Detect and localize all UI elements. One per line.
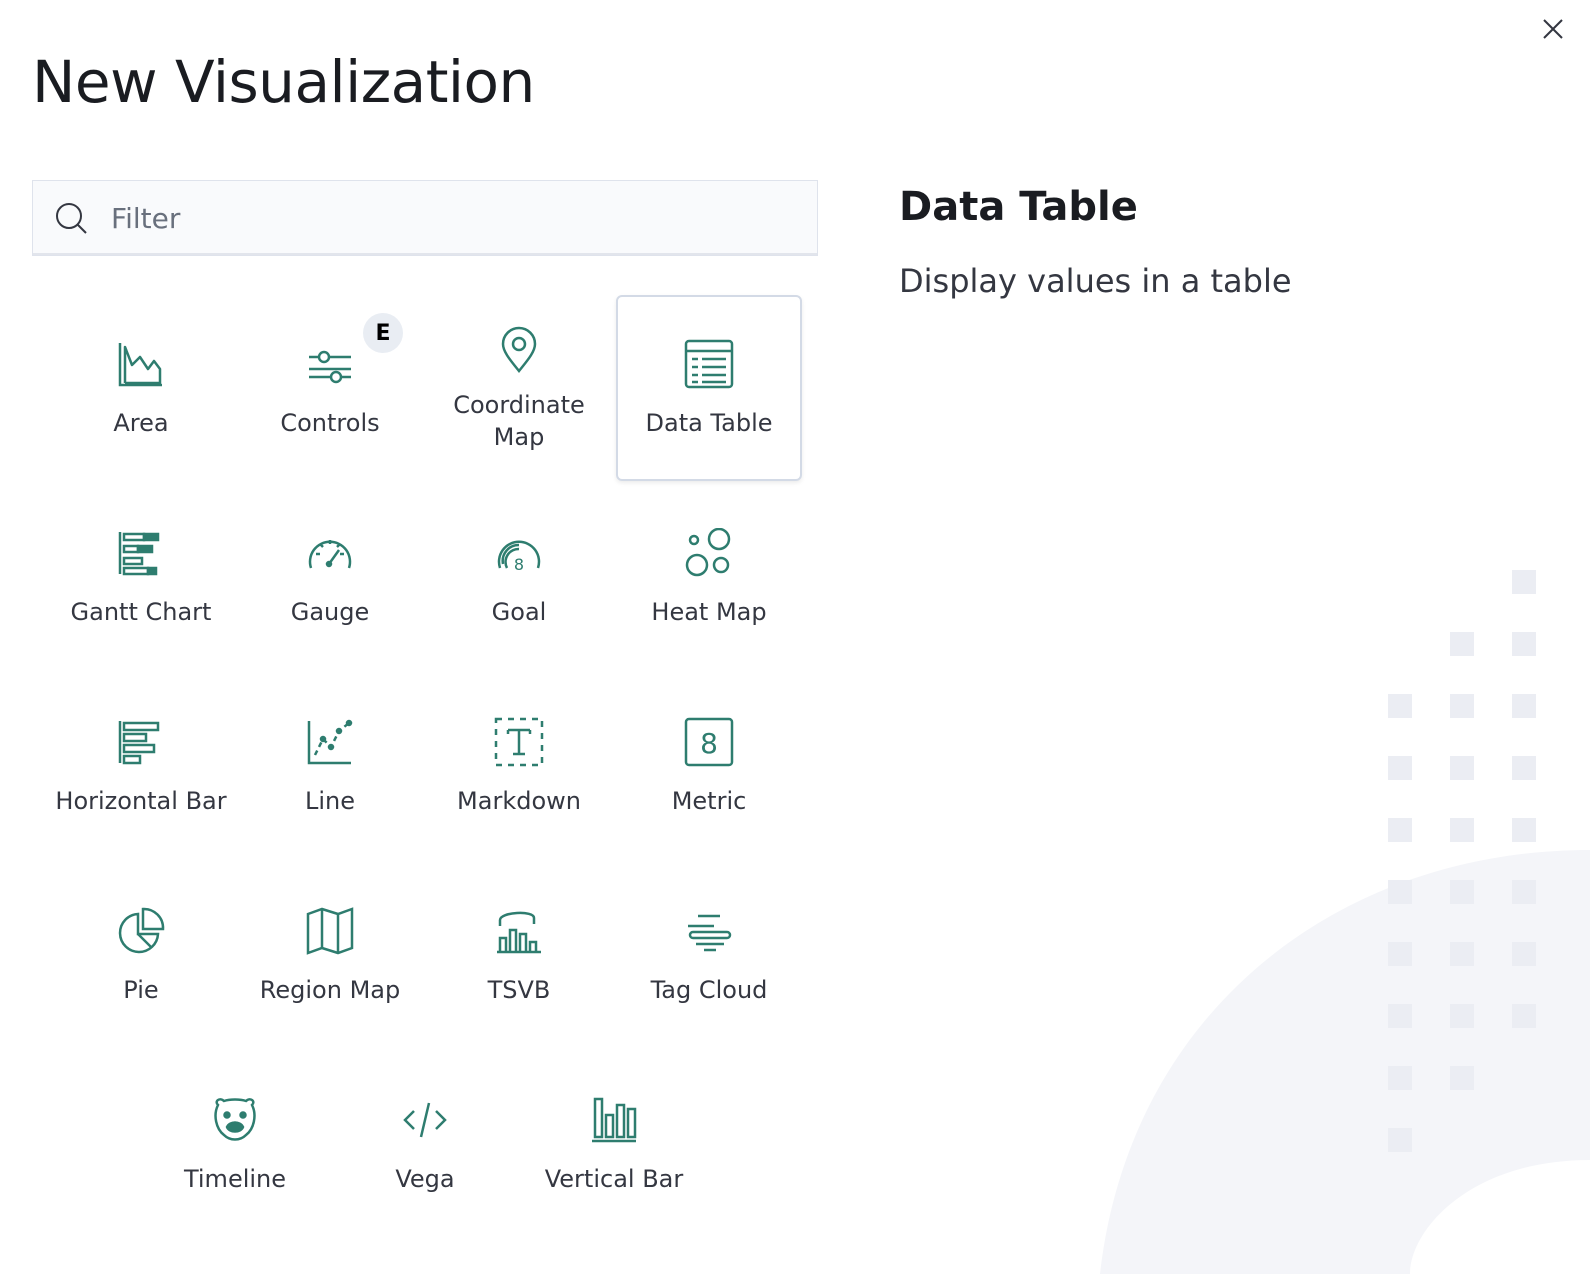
vis-label: Gauge xyxy=(290,598,370,626)
tsvb-icon xyxy=(492,904,546,958)
vis-label: Horizontal Bar xyxy=(55,787,227,815)
code-icon xyxy=(398,1093,452,1147)
vis-label: Vertical Bar xyxy=(544,1165,684,1193)
heatmap-icon xyxy=(682,526,736,580)
vis-item-region-map[interactable]: Region Map xyxy=(237,862,423,1048)
table-icon xyxy=(682,337,736,391)
modal-title: New Visualization xyxy=(32,48,535,116)
vis-label: Coordinate Map xyxy=(453,391,585,451)
gantt-chart-icon xyxy=(114,526,168,580)
description-text: Display values in a table xyxy=(899,262,1292,300)
close-button[interactable] xyxy=(1538,14,1568,44)
vis-label: Vega xyxy=(395,1165,455,1193)
vis-label: Region Map xyxy=(259,976,401,1004)
vis-item-horizontal-bar[interactable]: Horizontal Bar xyxy=(48,673,234,859)
vis-item-tag-cloud[interactable]: Tag Cloud xyxy=(616,862,802,1048)
filter-input[interactable] xyxy=(109,200,793,236)
vis-label: TSVB xyxy=(487,976,551,1004)
vis-label: Timeline xyxy=(183,1165,287,1193)
region-map-icon xyxy=(303,904,357,958)
search-icon xyxy=(53,200,89,236)
vis-item-vertical-bar[interactable]: Vertical Bar xyxy=(521,1051,707,1237)
vis-label: Metric xyxy=(671,787,747,815)
vis-item-gauge[interactable]: Gauge xyxy=(237,484,423,670)
metric-icon: 8 xyxy=(682,715,736,769)
vis-item-line[interactable]: Line xyxy=(237,673,423,859)
markdown-icon xyxy=(492,715,546,769)
vis-label: Heat Map xyxy=(651,598,767,626)
new-visualization-modal: New Visualization Area xyxy=(0,0,1590,1274)
description-title: Data Table xyxy=(899,184,1138,230)
controls-icon xyxy=(303,337,357,391)
vis-item-goal[interactable]: 8 Goal xyxy=(426,484,612,670)
vis-label: Markdown xyxy=(457,787,581,815)
vis-item-pie[interactable]: Pie xyxy=(48,862,234,1048)
vis-label: Area xyxy=(113,409,169,437)
vis-label: Goal xyxy=(491,598,547,626)
vertical-bar-icon xyxy=(587,1093,641,1147)
vis-label: Pie xyxy=(123,976,159,1004)
vis-item-controls[interactable]: Controls E xyxy=(237,295,423,481)
svg-text:8: 8 xyxy=(700,727,718,760)
vis-item-metric[interactable]: 8 Metric xyxy=(616,673,802,859)
area-chart-icon xyxy=(114,337,168,391)
line-chart-icon xyxy=(303,715,357,769)
vis-label: Gantt Chart xyxy=(70,598,212,626)
vis-label: Line xyxy=(304,787,355,815)
filter-field[interactable] xyxy=(32,180,818,256)
vis-item-tsvb[interactable]: TSVB xyxy=(426,862,612,1048)
timeline-icon xyxy=(208,1093,262,1147)
close-icon xyxy=(1541,17,1565,41)
vis-label: Controls xyxy=(280,409,380,437)
horizontal-bar-icon xyxy=(114,715,168,769)
vis-item-area[interactable]: Area xyxy=(48,295,234,481)
vis-item-timeline[interactable]: Timeline xyxy=(142,1051,328,1237)
pie-chart-icon xyxy=(114,904,168,958)
gauge-icon xyxy=(303,526,357,580)
map-marker-icon xyxy=(492,323,546,377)
vis-item-heat-map[interactable]: Heat Map xyxy=(616,484,802,670)
tag-cloud-icon xyxy=(682,904,736,958)
vis-item-coordinate-map[interactable]: Coordinate Map xyxy=(426,295,612,481)
experimental-badge: E xyxy=(363,313,403,353)
vis-item-gantt-chart[interactable]: Gantt Chart xyxy=(48,484,234,670)
vis-item-vega[interactable]: Vega xyxy=(332,1051,518,1237)
vis-item-markdown[interactable]: Markdown xyxy=(426,673,612,859)
svg-text:8: 8 xyxy=(514,555,524,574)
vis-label: Data Table xyxy=(645,409,773,437)
vis-label: Tag Cloud xyxy=(650,976,768,1004)
vis-item-data-table[interactable]: Data Table xyxy=(616,295,802,481)
goal-icon: 8 xyxy=(492,526,546,580)
